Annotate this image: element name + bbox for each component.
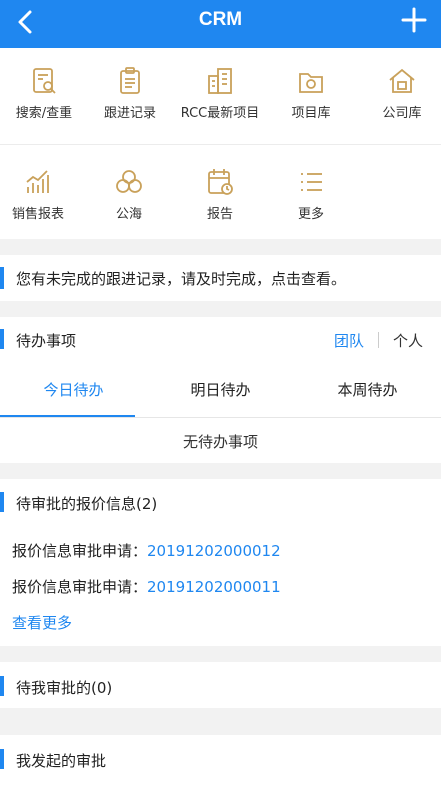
page-title: CRM [198, 9, 243, 30]
bar-chart-icon [26, 170, 49, 193]
top-bar: CRM [0, 0, 441, 48]
view-more-link[interactable]: 查看更多 [12, 612, 72, 633]
grid-item-label: 报告 [206, 207, 233, 222]
accent-bar [0, 676, 4, 696]
house-icon [389, 68, 415, 93]
grid-item-label: 搜索/查重 [15, 106, 73, 121]
grid-item-rcc-projects[interactable]: RCC最新项目 [176, 66, 264, 122]
grid-item-label: 跟进记录 [103, 106, 156, 121]
function-grid: 搜索/查重 跟进记录 RCC最新项目 项目库 公司库 销售报表 公海 报告 更多 [0, 48, 441, 239]
tab-label: 明日待办 [190, 381, 251, 399]
cloud-icon [116, 170, 142, 193]
grid-item-sales-report[interactable]: 销售报表 [0, 167, 82, 223]
tab-this-week[interactable]: 本周待办 [294, 370, 441, 418]
quote-item[interactable]: 报价信息审批申请：20191202000012 [12, 540, 281, 561]
tabs-divider [0, 417, 441, 418]
section-title: 我发起的审批 [16, 752, 107, 770]
grid-item-label: 更多 [297, 207, 324, 222]
grid-item-more[interactable]: 更多 [267, 167, 355, 223]
grid-divider [0, 144, 441, 145]
quote-item-id[interactable]: 20191202000011 [147, 578, 281, 596]
accent-bar [0, 329, 4, 349]
quote-item[interactable]: 报价信息审批申请：20191202000011 [12, 576, 281, 597]
list-icon [301, 173, 322, 191]
scope-switch: 团队 个人 [334, 330, 423, 351]
add-icon[interactable] [401, 7, 427, 33]
folder-icon [299, 73, 323, 93]
grid-item-label: 销售报表 [11, 207, 64, 222]
tab-tomorrow[interactable]: 明日待办 [147, 370, 294, 418]
tab-today[interactable]: 今日待办 [0, 370, 147, 418]
empty-state-text: 无待办事项 [182, 433, 258, 451]
tab-label: 今日待办 [43, 381, 104, 399]
grid-item-project-library[interactable]: 项目库 [267, 66, 355, 122]
section-title: 待办事项 [16, 332, 77, 350]
switch-divider [377, 332, 379, 348]
accent-bar [0, 267, 4, 289]
pending-my-approval-section[interactable]: 待我审批的(0) [0, 662, 441, 708]
todo-section: 待办事项 团队 个人 今日待办 明日待办 本周待办 无待办事项 [0, 317, 441, 463]
grid-item-search[interactable]: 搜索/查重 [0, 66, 88, 122]
grid-item-label: 公司库 [382, 106, 422, 121]
section-title: 待审批的报价信息(2) [16, 495, 158, 513]
switch-person[interactable]: 个人 [393, 332, 423, 350]
accent-bar [0, 749, 4, 769]
grid-item-public-pool[interactable]: 公海 [85, 167, 173, 223]
pending-quote-section: 待审批的报价信息(2) 报价信息审批申请：20191202000012 报价信息… [0, 479, 441, 646]
my-initiated-approval-section[interactable]: 我发起的审批 [0, 735, 441, 791]
grid-item-label: 公海 [115, 207, 142, 222]
quote-item-label: 报价信息审批申请： [12, 542, 148, 560]
follow-up-notice[interactable]: 您有未完成的跟进记录，请及时完成，点击查看。 [0, 255, 441, 301]
notice-text: 您有未完成的跟进记录，请及时完成，点击查看。 [16, 270, 347, 288]
accent-bar [0, 492, 4, 512]
grid-item-label: RCC最新项目 [180, 106, 260, 121]
quote-item-label: 报价信息审批申请： [12, 578, 148, 596]
tab-label: 本周待办 [337, 381, 398, 399]
section-title: 待我审批的(0) [16, 679, 113, 697]
grid-item-report[interactable]: 报告 [176, 167, 264, 223]
quote-item-id[interactable]: 20191202000012 [147, 542, 281, 560]
switch-team[interactable]: 团队 [334, 332, 364, 350]
clipboard-icon [120, 67, 140, 94]
todo-tabs: 今日待办 明日待办 本周待办 [0, 370, 441, 418]
grid-item-company-library[interactable]: 公司库 [358, 66, 441, 122]
search-doc-icon [33, 68, 56, 94]
grid-item-follow-up[interactable]: 跟进记录 [86, 66, 174, 122]
building-icon [208, 68, 232, 94]
grid-item-label: 项目库 [291, 106, 331, 121]
calendar-report-icon [208, 169, 233, 195]
